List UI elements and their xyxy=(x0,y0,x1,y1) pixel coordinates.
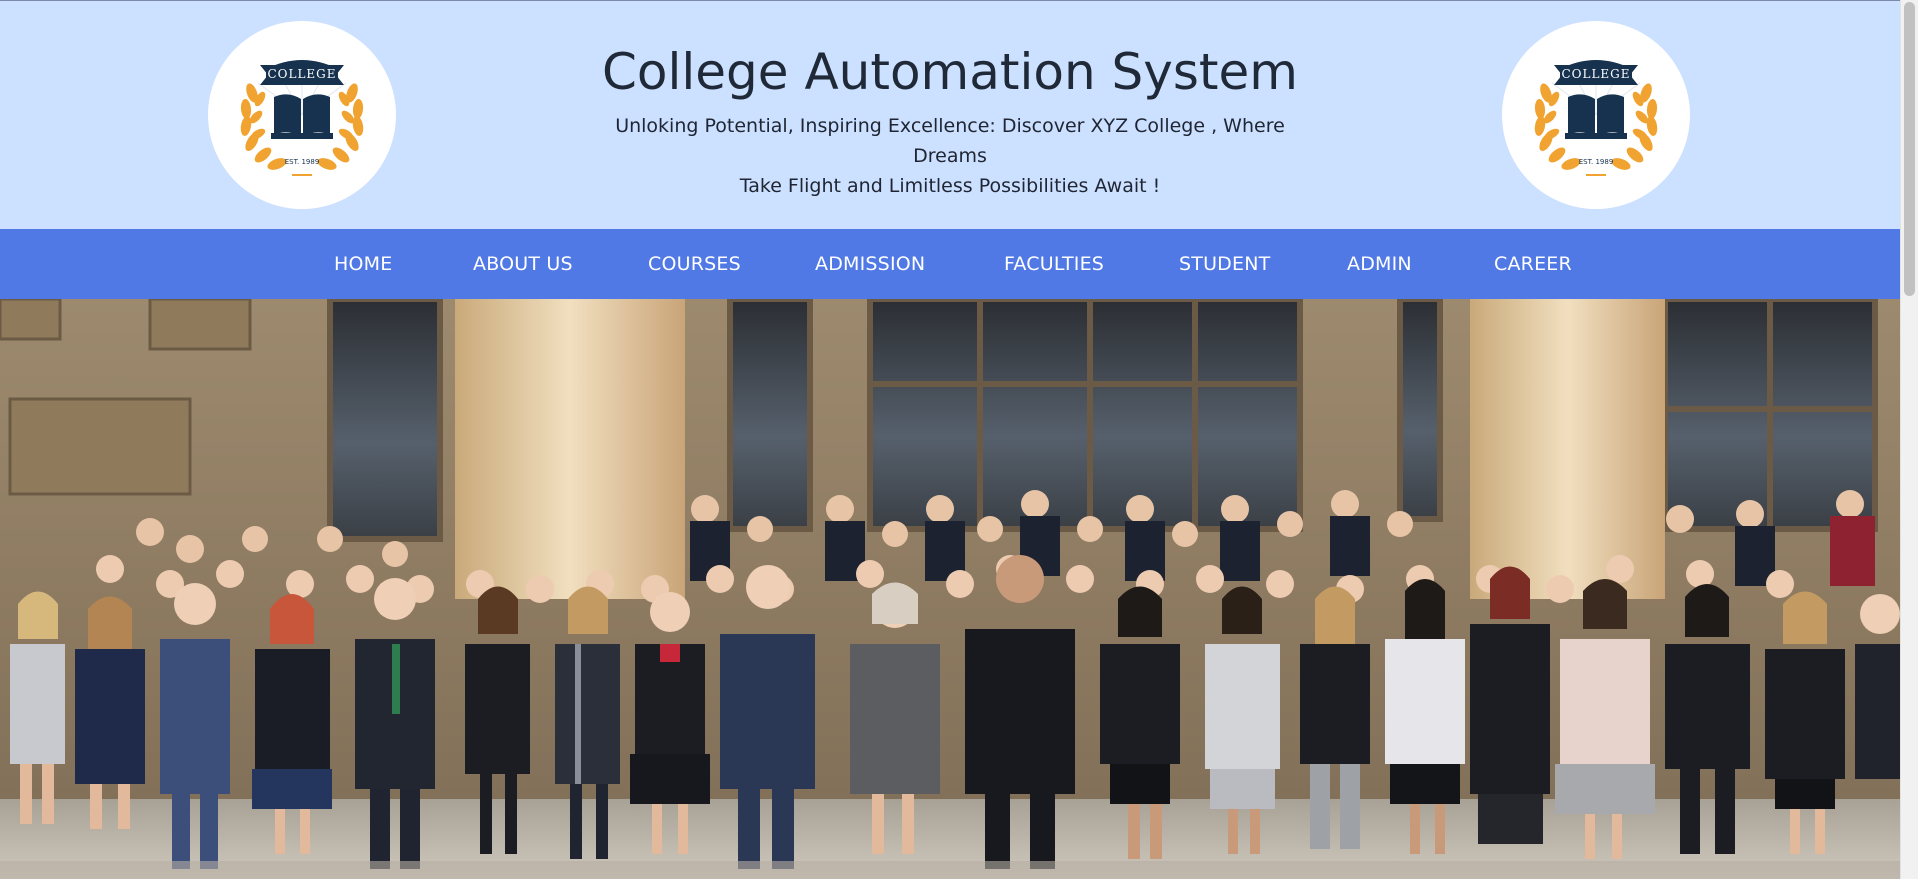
college-logo-left[interactable]: COLLEGE EST. 1989 xyxy=(208,21,396,209)
page-content: COLLEGE EST. 1989 College Automation Sys… xyxy=(0,0,1900,879)
tagline-line-2: Take Flight and Limitless Possibilities … xyxy=(739,175,1161,197)
nav-item-admin[interactable]: ADMIN xyxy=(1347,229,1412,299)
nav-item-career[interactable]: CAREER xyxy=(1494,229,1572,299)
nav-item-courses[interactable]: COURSES xyxy=(648,229,741,299)
scrollbar-thumb[interactable] xyxy=(1904,2,1915,296)
nav-list: HOME ABOUT US COURSES ADMISSION FACULTIE… xyxy=(0,229,1900,299)
hero-image xyxy=(0,299,1900,879)
nav-item-home[interactable]: HOME xyxy=(334,229,392,299)
site-header: COLLEGE EST. 1989 College Automation Sys… xyxy=(0,0,1900,229)
nav-item-faculties[interactable]: FACULTIES xyxy=(1004,229,1104,299)
college-logo-right[interactable]: COLLEGE EST. 1989 xyxy=(1502,21,1690,209)
nav-item-student[interactable]: STUDENT xyxy=(1179,229,1270,299)
tagline-line-1: Unloking Potential, Inspiring Excellence… xyxy=(615,115,1285,167)
nav-item-about-us[interactable]: ABOUT US xyxy=(473,229,573,299)
vertical-scrollbar[interactable] xyxy=(1900,0,1918,879)
college-emblem-icon: COLLEGE EST. 1989 xyxy=(1534,60,1658,176)
page: COLLEGE EST. 1989 College Automation Sys… xyxy=(0,0,1918,879)
emblem-ribbon-text: COLLEGE xyxy=(1561,67,1630,81)
page-title: College Automation System xyxy=(602,43,1298,101)
nav-item-admission[interactable]: ADMISSION xyxy=(815,229,925,299)
emblem-ribbon-text: COLLEGE xyxy=(267,67,336,81)
emblem-est-text: EST. 1989 xyxy=(285,158,320,166)
group-photo-image xyxy=(0,299,1900,879)
tagline: Unloking Potential, Inspiring Excellence… xyxy=(590,111,1310,201)
main-nav: HOME ABOUT US COURSES ADMISSION FACULTIE… xyxy=(0,229,1900,299)
emblem-est-text: EST. 1989 xyxy=(1579,158,1614,166)
college-emblem-icon: COLLEGE EST. 1989 xyxy=(240,60,364,176)
